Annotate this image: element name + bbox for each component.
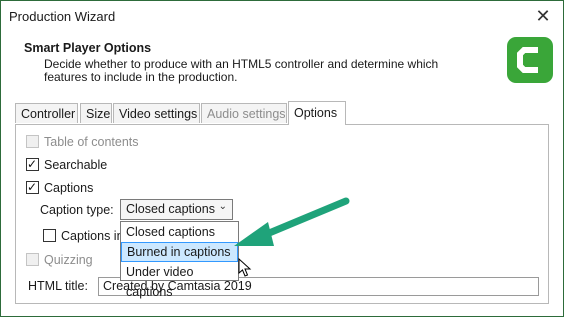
tab-size[interactable]: Size — [80, 103, 112, 123]
captions-initially-visible-label: Captions in — [61, 229, 124, 243]
chevron-down-icon: ⌄ — [218, 201, 227, 212]
caption-type-list: Closed captions Burned in captions Under… — [120, 221, 239, 299]
close-icon[interactable]: ✕ — [531, 4, 555, 28]
page-description: Decide whether to produce with an HTML5 … — [44, 57, 439, 84]
tab-options[interactable]: Options — [288, 101, 346, 125]
title-bar: Production Wizard ✕ — [1, 1, 563, 31]
mouse-pointer-icon — [238, 258, 252, 277]
searchable-checkbox[interactable]: ✓ — [26, 157, 39, 171]
window-title: Production Wizard — [9, 9, 116, 24]
list-item-under-video-captions[interactable]: Under video captions — [121, 262, 238, 299]
tab-video-settings[interactable]: Video settings — [113, 103, 200, 123]
captions-checkbox[interactable]: ✓ — [26, 180, 39, 194]
html-title-label: HTML title: — [28, 279, 88, 293]
caption-type-value: Closed captions — [126, 202, 215, 216]
camtasia-logo-icon — [507, 37, 553, 83]
list-item-closed-captions[interactable]: Closed captions — [121, 222, 238, 242]
wizard-header: Smart Player Options Decide whether to p… — [1, 31, 563, 91]
tab-audio-settings: Audio settings — [201, 103, 287, 123]
quizzing-checkbox — [26, 253, 39, 266]
caption-type-dropdown[interactable]: Closed captions ⌄ — [120, 199, 233, 220]
searchable-label: Searchable — [44, 158, 108, 172]
checkmark-icon: ✓ — [27, 157, 38, 171]
table-of-contents-label: Table of contents — [44, 135, 139, 149]
tab-controller[interactable]: Controller — [15, 103, 78, 123]
captions-initially-visible-checkbox[interactable] — [43, 229, 56, 242]
list-item-burned-in-captions[interactable]: Burned in captions — [121, 242, 238, 262]
caption-type-label: Caption type: — [40, 203, 114, 217]
quizzing-label: Quizzing — [44, 253, 93, 267]
page-title: Smart Player Options — [24, 41, 152, 55]
captions-label: Captions — [44, 181, 94, 195]
checkmark-icon: ✓ — [27, 180, 38, 194]
table-of-contents-checkbox — [26, 135, 39, 148]
